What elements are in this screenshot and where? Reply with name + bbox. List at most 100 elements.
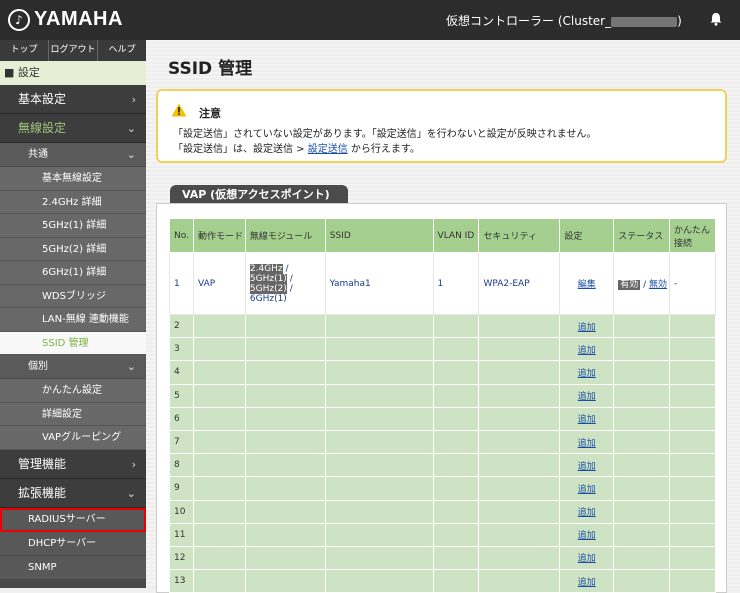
nav-5ghz1-detail[interactable]: 5GHz(1) 詳細 [0, 214, 146, 238]
cell-empty [432, 499, 480, 524]
cell-settings: 追加 [559, 545, 615, 571]
cell-no: 3 [169, 337, 194, 362]
cell-settings: 追加 [559, 383, 615, 408]
cell-empty [669, 522, 716, 547]
cell-empty [324, 383, 434, 408]
cell-empty [432, 337, 480, 362]
cell-empty [432, 453, 480, 478]
add-link[interactable]: 追加 [578, 392, 596, 402]
cell-empty [432, 545, 480, 571]
cell-mode: VAP [192, 252, 246, 315]
cell-easy-connect: - [669, 252, 716, 315]
cell-empty [478, 453, 561, 478]
add-link[interactable]: 追加 [578, 462, 596, 472]
cell-no: 5 [169, 383, 194, 408]
col-header-module: 無線モジュール [244, 218, 326, 253]
cell-empty [478, 476, 561, 501]
nav-snmp[interactable]: SNMP [0, 555, 146, 580]
cell-empty [192, 313, 246, 339]
status-disabled-option[interactable]: 無効 [649, 280, 667, 290]
nav-detail-settings[interactable]: 詳細設定 [0, 402, 146, 426]
cell-empty [432, 313, 480, 339]
page-title: SSID 管理 [168, 59, 253, 79]
cell-empty [669, 383, 716, 408]
add-link[interactable]: 追加 [578, 531, 596, 541]
cell-empty [244, 360, 326, 385]
cell-empty [669, 545, 716, 571]
nav-wds-bridge[interactable]: WDSブリッジ [0, 284, 146, 308]
cell-no: 11 [169, 522, 194, 547]
cell-settings: 追加 [559, 569, 615, 593]
main-content: SSID 管理 注意 「設定送信」されていない設定があります。「設定送信」を行わ… [146, 40, 740, 593]
cell-settings: 追加 [559, 499, 615, 524]
cell-empty [244, 313, 326, 339]
nav-radius-server[interactable]: RADIUSサーバー [0, 507, 146, 532]
cell-empty [613, 476, 671, 501]
col-header-mode: 動作モード [192, 218, 246, 253]
add-link[interactable]: 追加 [578, 508, 596, 518]
nav-wireless-settings[interactable]: 無線設定 ⌄ [0, 114, 146, 143]
cell-empty [478, 522, 561, 547]
cell-empty [432, 406, 480, 431]
nav-dhcp-server[interactable]: DHCPサーバー [0, 531, 146, 556]
top-link-logout[interactable]: ログアウト [49, 40, 98, 61]
module-separator: / [286, 273, 293, 284]
nav-6ghz1-detail[interactable]: 6GHz(1) 詳細 [0, 261, 146, 285]
table-row: 12 追加 [169, 545, 716, 571]
add-link[interactable]: 追加 [578, 554, 596, 564]
col-header-no: No. [169, 218, 194, 253]
controller-title-prefix: 仮想コントローラー (Cluster_ [446, 14, 612, 28]
cell-empty [669, 429, 716, 455]
cell-empty [244, 545, 326, 571]
cell-empty [613, 406, 671, 431]
cell-settings: 追加 [559, 313, 615, 339]
add-link[interactable]: 追加 [578, 415, 596, 425]
nav-individual-label: 個別 [28, 361, 48, 372]
cell-empty [324, 406, 434, 431]
cell-empty [324, 569, 434, 593]
cell-empty [432, 476, 480, 501]
add-link[interactable]: 追加 [578, 323, 596, 333]
cell-empty [324, 453, 434, 478]
send-settings-link[interactable]: 設定送信 [308, 144, 348, 155]
cell-empty [192, 337, 246, 362]
cell-empty [669, 499, 716, 524]
add-link[interactable]: 追加 [578, 346, 596, 356]
add-link[interactable]: 追加 [578, 485, 596, 495]
nav-basic-wireless[interactable]: 基本無線設定 [0, 167, 146, 191]
nav-common[interactable]: 共通 ⌄ [0, 143, 146, 167]
table-row: 8 追加 [169, 453, 716, 478]
add-link[interactable]: 追加 [578, 578, 596, 588]
add-link[interactable]: 追加 [578, 369, 596, 379]
yamaha-logo[interactable]: ♪ YAMAHA [8, 8, 123, 31]
nav-management[interactable]: 管理機能 › [0, 449, 146, 479]
cell-empty [613, 383, 671, 408]
nav-ssid-management[interactable]: SSID 管理 [0, 331, 146, 355]
edit-link[interactable]: 編集 [578, 280, 596, 290]
add-link[interactable]: 追加 [578, 439, 596, 449]
cell-empty [613, 569, 671, 593]
status-separator: / [640, 280, 649, 290]
nav-vap-grouping[interactable]: VAPグルーピング [0, 426, 146, 450]
nav-easy-settings[interactable]: かんたん設定 [0, 379, 146, 403]
nav-lan-wireless-link[interactable]: LAN-無線 連動機能 [0, 308, 146, 332]
sidebar: トップ ログアウト ヘルプ ■ 設定 基本設定 › 無線設定 ⌄ 共通 ⌄ 基本… [0, 40, 146, 588]
nav-individual[interactable]: 個別 ⌄ [0, 355, 146, 379]
top-link-home[interactable]: トップ [0, 40, 49, 61]
nav-24ghz-detail[interactable]: 2.4GHz 詳細 [0, 190, 146, 214]
notice-line-1: 「設定送信」されていない設定があります。「設定送信」を行わないと設定が反映されま… [173, 129, 597, 140]
cell-empty [192, 476, 246, 501]
notification-bell-icon[interactable] [709, 12, 723, 26]
cell-no: 9 [169, 476, 194, 501]
cell-empty [669, 453, 716, 478]
nav-extended[interactable]: 拡張機能 ⌄ [0, 478, 146, 508]
top-link-help[interactable]: ヘルプ [98, 40, 146, 61]
status-enabled-option[interactable]: 有効 [618, 280, 641, 290]
cell-empty [478, 383, 561, 408]
top-links: トップ ログアウト ヘルプ [0, 40, 146, 61]
nav-basic-settings[interactable]: 基本設定 › [0, 85, 146, 114]
nav-5ghz2-detail[interactable]: 5GHz(2) 詳細 [0, 237, 146, 261]
cell-empty [432, 429, 480, 455]
cell-empty [613, 313, 671, 339]
vap-table: No. 動作モード 無線モジュール SSID VLAN ID セキュリティ 設定… [169, 218, 716, 593]
